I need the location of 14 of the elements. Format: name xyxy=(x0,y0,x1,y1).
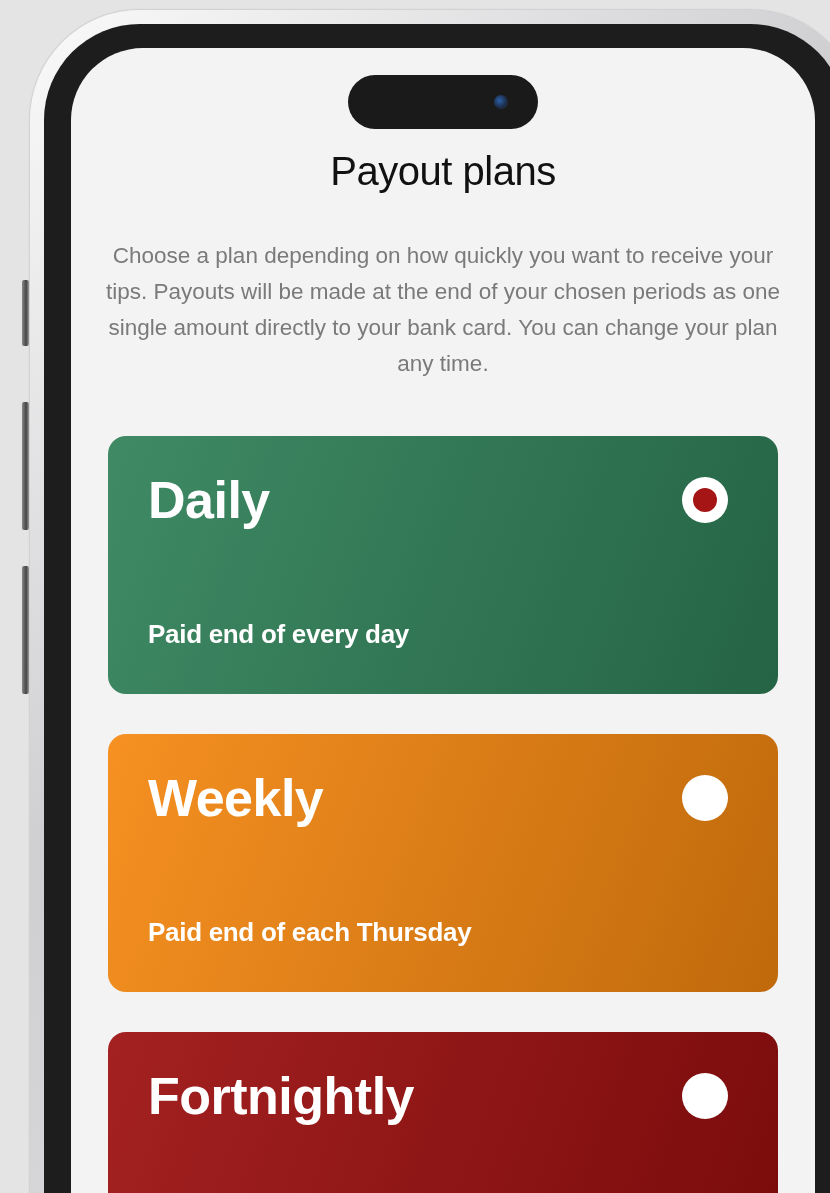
camera-lens-icon xyxy=(494,95,508,109)
radio-button[interactable] xyxy=(682,1073,728,1119)
plan-name: Fortnightly xyxy=(148,1066,414,1126)
plan-card[interactable]: Daily Paid end of every day xyxy=(108,436,778,694)
radio-button[interactable] xyxy=(682,477,728,523)
plan-subtitle: Paid end of each Thursday xyxy=(148,917,473,948)
page-title: Payout plans xyxy=(330,149,556,194)
plan-name: Daily xyxy=(148,470,270,530)
plan-card[interactable]: Fortnightly xyxy=(108,1032,778,1193)
plan-card[interactable]: Weekly Paid end of each Thursday xyxy=(108,734,778,992)
plan-name: Weekly xyxy=(148,768,324,828)
description-text: Choose a plan depending on how quickly you want to receive your tips. Payouts will be made at the end of your chosen periods as one single amount directly to your bank card. You can change your plan any time. xyxy=(104,242,782,378)
plan-subtitle: Paid end of every day xyxy=(148,619,411,650)
radio-button[interactable] xyxy=(682,775,728,821)
